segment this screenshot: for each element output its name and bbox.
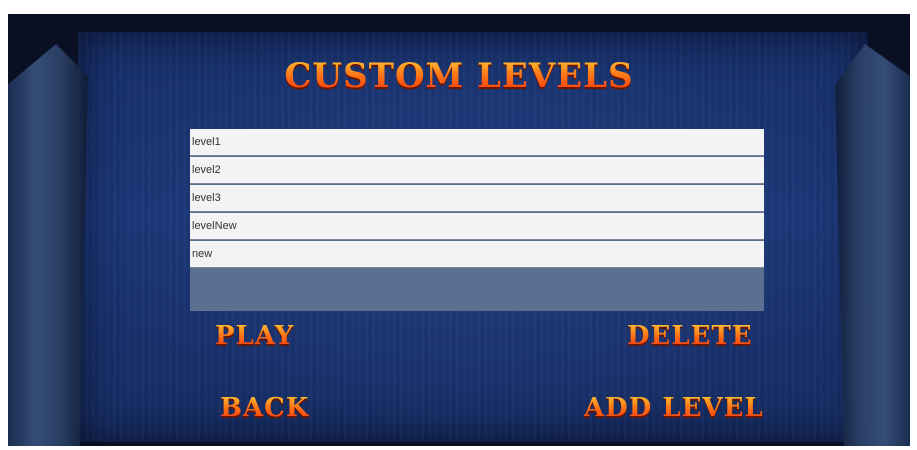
level-list-item-1[interactable]: level1 bbox=[190, 129, 764, 156]
game-screen: CUSTOM LEVELS level1 level2 level3 level… bbox=[8, 14, 910, 446]
left-curtain-decoration bbox=[8, 44, 88, 446]
level-list-item-2[interactable]: level2 bbox=[190, 157, 764, 184]
level-list-item-4[interactable]: levelNew bbox=[190, 213, 764, 240]
screen-title: CUSTOM LEVELS bbox=[8, 56, 910, 96]
back-button[interactable]: BACK bbox=[220, 393, 309, 423]
right-curtain-decoration bbox=[835, 44, 910, 446]
play-button[interactable]: PLAY bbox=[215, 321, 294, 351]
level-list[interactable]: level1 level2 level3 levelNew new bbox=[190, 129, 764, 311]
delete-button[interactable]: DELETE bbox=[627, 321, 753, 351]
level-list-item-5[interactable]: new bbox=[190, 241, 764, 268]
add-level-button[interactable]: ADD LEVEL bbox=[584, 393, 764, 423]
level-list-item-3[interactable]: level3 bbox=[190, 185, 764, 212]
